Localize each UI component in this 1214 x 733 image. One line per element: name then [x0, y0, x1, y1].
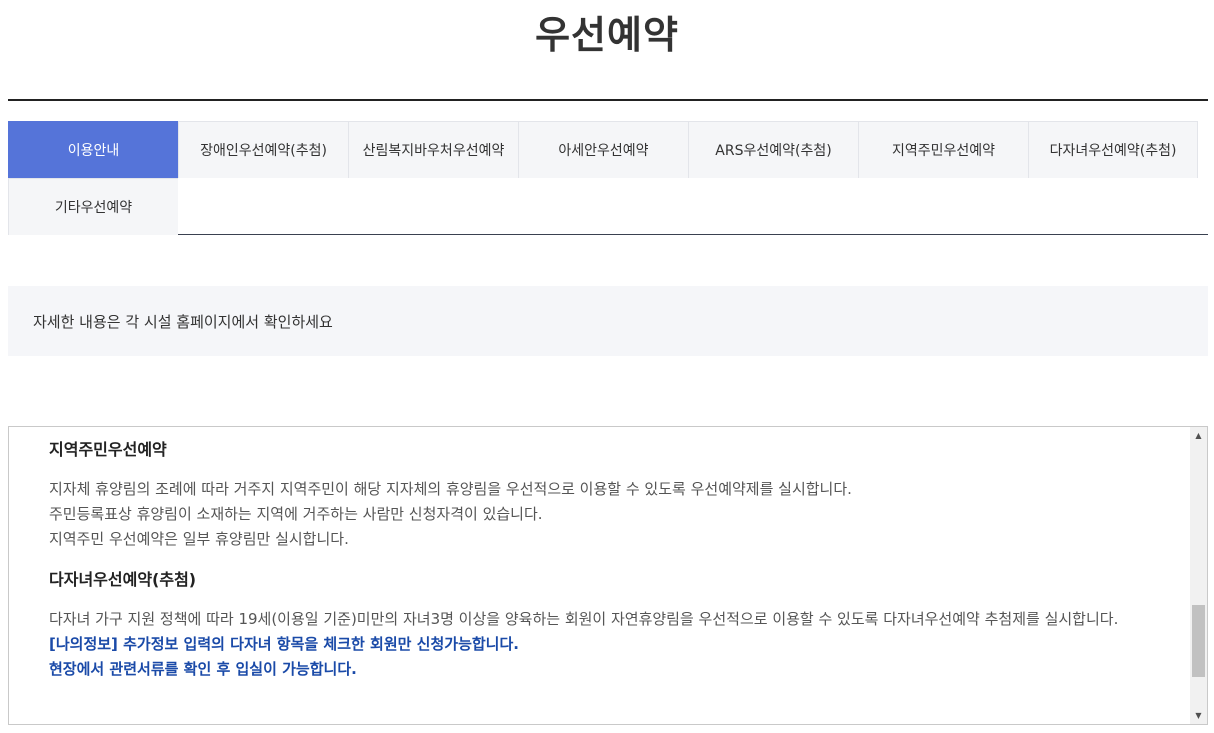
scroll-thumb[interactable]: [1192, 605, 1205, 677]
section-line-highlight: [나의정보] 추가정보 입력의 다자녀 항목을 체크한 회원만 신청가능합니다.: [49, 635, 519, 653]
tab-ars-priority[interactable]: ARS우선예약(추첨): [688, 121, 858, 178]
title-divider: [8, 99, 1208, 101]
section-line: 지자체 휴양림의 조례에 따라 거주지 지역주민이 해당 지자체의 휴양림을 우…: [49, 480, 852, 498]
notice-box: 자세한 내용은 각 시설 홈페이지에서 확인하세요: [8, 286, 1208, 356]
tab-voucher-priority[interactable]: 산림복지바우처우선예약: [348, 121, 518, 178]
tab-disabled-priority[interactable]: 장애인우선예약(추첨): [178, 121, 348, 178]
tab-resident-priority[interactable]: 지역주민우선예약: [858, 121, 1028, 178]
section-title: 다자녀우선예약(추첨): [49, 570, 197, 589]
notice-text: 자세한 내용은 각 시설 홈페이지에서 확인하세요: [33, 312, 333, 331]
section-multichild: 다자녀우선예약(추첨) 다자녀 가구 지원 정책에 따라 19세(이용일 기준)…: [49, 567, 1164, 678]
tab-bar: 이용안내 장애인우선예약(추첨) 산림복지바우처우선예약 아세안우선예약 ARS…: [8, 121, 1208, 235]
section-line: 다자녀 가구 지원 정책에 따라 19세(이용일 기준)미만의 자녀3명 이상을…: [49, 610, 1119, 628]
page-title: 우선예약: [535, 13, 679, 57]
section-line: 지역주민 우선예약은 일부 휴양림만 실시합니다.: [49, 530, 349, 548]
tab-asean-priority[interactable]: 아세안우선예약: [518, 121, 688, 178]
scroll-down-arrow-icon[interactable]: ▼: [1190, 707, 1207, 724]
section-resident: 지역주민우선예약 지자체 휴양림의 조례에 따라 거주지 지역주민이 해당 지자…: [49, 437, 1164, 548]
content-scroll-panel[interactable]: 지역주민우선예약 지자체 휴양림의 조례에 따라 거주지 지역주민이 해당 지자…: [8, 426, 1208, 725]
section-title: 지역주민우선예약: [49, 440, 167, 459]
tab-multichild-priority[interactable]: 다자녀우선예약(추첨): [1028, 121, 1198, 178]
section-line-highlight: 현장에서 관련서류를 확인 후 입실이 가능합니다.: [49, 660, 357, 678]
section-line: 주민등록표상 휴양림이 소재하는 지역에 거주하는 사람만 신청자격이 있습니다…: [49, 505, 543, 523]
vertical-scrollbar[interactable]: ▲ ▼: [1190, 427, 1207, 724]
tab-other-priority[interactable]: 기타우선예약: [8, 178, 178, 235]
scroll-up-arrow-icon[interactable]: ▲: [1190, 427, 1207, 444]
tab-usage-guide[interactable]: 이용안내: [8, 121, 178, 178]
